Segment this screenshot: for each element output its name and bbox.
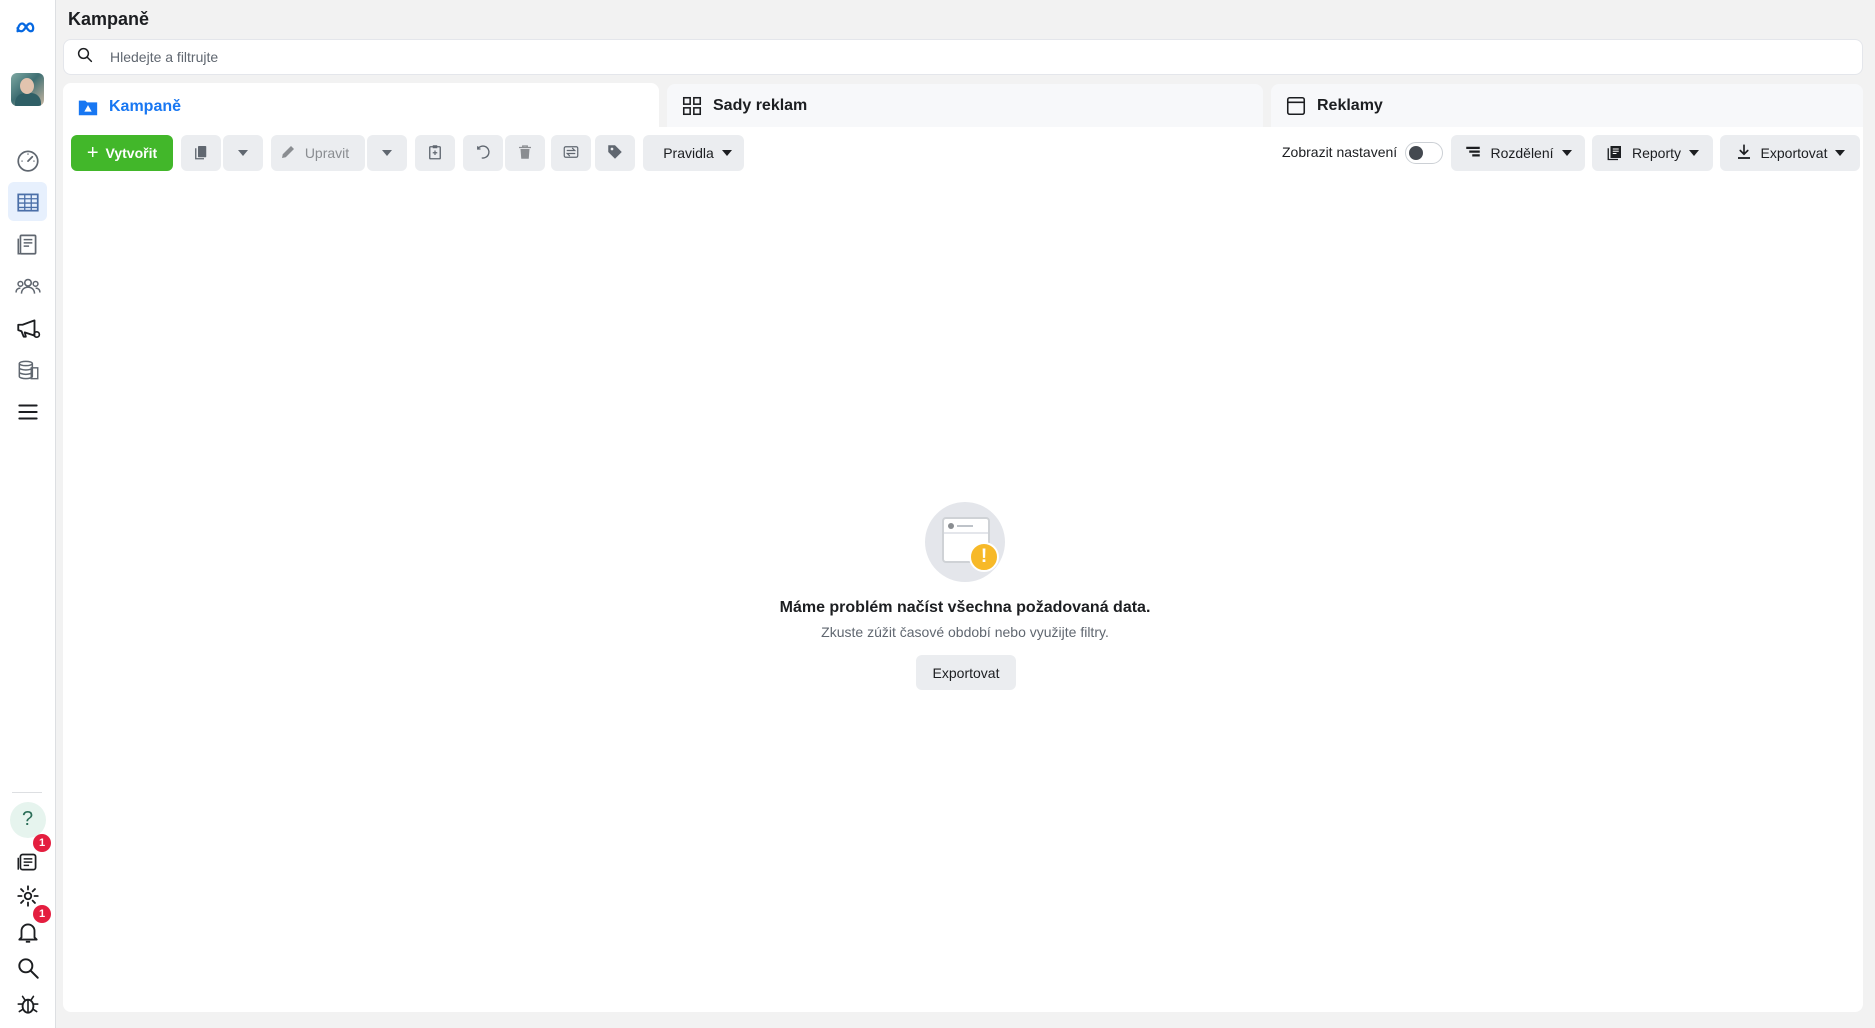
news-feed-icon[interactable]: 1	[8, 834, 51, 880]
notifications-bell-icon[interactable]: 1	[8, 905, 51, 951]
empty-state-title: Máme problém načíst všechna požadovaná d…	[779, 599, 1151, 616]
pencil-icon	[279, 143, 297, 164]
rules-button-label: Pravidla	[663, 145, 714, 161]
report-bug-icon[interactable]	[8, 984, 47, 1023]
page-title: Kampaně	[68, 9, 150, 29]
edit-button[interactable]: Upravit	[271, 135, 365, 171]
chevron-down-icon	[238, 150, 248, 156]
swap-icon	[562, 143, 580, 164]
compare-button[interactable]	[551, 135, 591, 171]
meta-logo-icon[interactable]	[8, 8, 47, 47]
billing-stack-icon[interactable]	[8, 350, 47, 389]
tab-ad-sets-label: Sady reklam	[713, 97, 808, 114]
chevron-down-icon	[382, 150, 392, 156]
chevron-down-icon	[1835, 150, 1846, 156]
tab-ad-sets[interactable]: Sady reklam	[667, 84, 1263, 128]
notifications-badge: 1	[33, 905, 51, 923]
chevron-down-icon	[1689, 150, 1700, 156]
data-error-illustration-icon: !	[925, 502, 1005, 582]
create-button-label: Vytvořit	[105, 145, 158, 161]
breakdown-dropdown-button[interactable]: Rozdělení	[1451, 135, 1585, 171]
search-icon[interactable]	[8, 948, 47, 987]
breakdown-button-label: Rozdělení	[1490, 145, 1554, 161]
edit-button-label: Upravit	[304, 145, 350, 161]
chevron-down-icon	[721, 150, 732, 156]
breakdown-icon	[1464, 143, 1482, 164]
chevron-down-icon	[1561, 150, 1572, 156]
left-navigation-rail: ? 1 1	[0, 0, 56, 1028]
duplicate-button[interactable]	[181, 135, 221, 171]
duplicate-dropdown-button[interactable]	[223, 135, 263, 171]
search-input[interactable]	[110, 49, 1810, 65]
reports-button-label: Reporty	[1631, 145, 1682, 161]
tab-campaigns[interactable]: Kampaně	[63, 83, 659, 131]
show-settings-toggle[interactable]	[1405, 142, 1443, 164]
ab-test-button[interactable]	[415, 135, 455, 171]
pages-document-icon[interactable]	[8, 224, 47, 263]
empty-state-subtitle: Zkuste zúžit časové období nebo využijte…	[821, 624, 1109, 640]
undo-icon	[474, 143, 492, 164]
news-badge: 1	[33, 834, 51, 852]
audiences-people-icon[interactable]	[8, 266, 47, 305]
search-bar[interactable]	[63, 39, 1863, 75]
trash-icon	[516, 143, 534, 164]
delete-button[interactable]	[505, 135, 545, 171]
ad-sets-grid-icon	[681, 95, 703, 117]
tab-ads[interactable]: Reklamy	[1271, 84, 1863, 128]
clipboard-icon	[426, 143, 444, 164]
warning-icon: !	[969, 542, 999, 572]
undo-button[interactable]	[463, 135, 503, 171]
empty-state-export-button[interactable]: Exportovat	[916, 655, 1016, 690]
tab-campaigns-label: Kampaně	[109, 98, 182, 115]
tab-ads-label: Reklamy	[1317, 97, 1383, 114]
plus-icon: +	[86, 142, 99, 164]
tag-button[interactable]	[595, 135, 635, 171]
create-button[interactable]: + Vytvořit	[71, 135, 173, 171]
avatar[interactable]	[11, 73, 44, 106]
campaign-folder-icon	[77, 96, 99, 118]
edit-dropdown-button[interactable]	[367, 135, 407, 171]
download-icon	[1735, 143, 1753, 164]
ads-window-icon	[1285, 95, 1307, 117]
reports-dropdown-button[interactable]: Reporty	[1592, 135, 1713, 171]
all-tools-menu-icon[interactable]	[8, 392, 47, 431]
reports-icon	[1606, 143, 1624, 164]
rules-dropdown-button[interactable]: Pravidla	[643, 135, 744, 171]
ads-manager-table-icon[interactable]	[8, 182, 47, 221]
search-icon	[76, 46, 94, 69]
duplicate-icon	[192, 143, 210, 164]
rail-divider	[12, 792, 42, 793]
export-button-label: Exportovat	[1760, 145, 1828, 161]
megaphone-settings-icon[interactable]	[8, 308, 47, 347]
export-dropdown-button[interactable]: Exportovat	[1720, 135, 1860, 171]
dashboard-gauge-icon[interactable]	[8, 140, 47, 179]
show-settings-label: Zobrazit nastavení	[1282, 144, 1398, 160]
tag-icon	[606, 143, 624, 164]
